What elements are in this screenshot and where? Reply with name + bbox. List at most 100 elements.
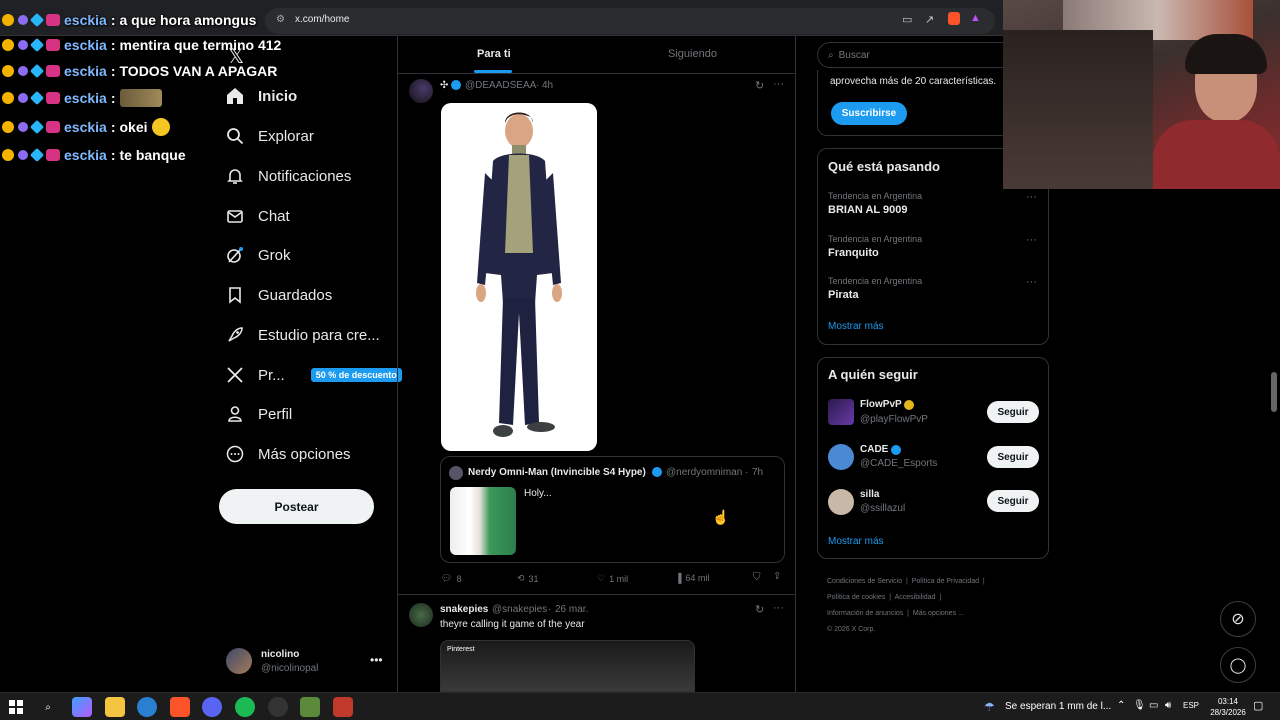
- nav-creator-studio[interactable]: Estudio para cre...: [226, 317, 380, 353]
- follow-button[interactable]: Seguir: [987, 490, 1039, 512]
- nav-label: Chat: [258, 207, 290, 225]
- clock-time[interactable]: 03:14: [1210, 697, 1246, 706]
- grok-icon: ⊘: [1231, 611, 1245, 628]
- page-scrollbar-thumb[interactable]: [1271, 372, 1277, 412]
- tweet-more-icon[interactable]: ···: [773, 602, 784, 614]
- address-bar[interactable]: [265, 8, 995, 34]
- site-info-icon[interactable]: ⚙: [276, 14, 285, 25]
- edge-icon[interactable]: [137, 697, 157, 717]
- tweet-image[interactable]: [441, 103, 597, 451]
- search-icon: ⌕: [828, 49, 834, 61]
- footer-link[interactable]: Política de cookies: [827, 594, 885, 601]
- search-box[interactable]: ⌕ Buscar: [817, 42, 1017, 68]
- tray-chevron-icon[interactable]: ⌃: [1117, 700, 1125, 711]
- follow-button[interactable]: Seguir: [987, 401, 1039, 423]
- account-menu-icon[interactable]: •••: [370, 653, 383, 667]
- volume-icon[interactable]: 🔊︎: [1165, 700, 1171, 711]
- discord-icon[interactable]: [202, 697, 222, 717]
- clock-date[interactable]: 28/3/2026: [1204, 708, 1252, 717]
- app-icon[interactable]: [333, 697, 353, 717]
- nav-bookmarks[interactable]: Guardados: [226, 277, 332, 313]
- nav-explore[interactable]: Explorar: [226, 118, 314, 154]
- post-button[interactable]: Postear: [219, 489, 374, 524]
- share-icon[interactable]: ↗: [925, 13, 934, 26]
- footer-link[interactable]: Más opciones ...: [913, 610, 964, 617]
- subscribe-button[interactable]: Suscribirse: [831, 102, 907, 125]
- nav-profile[interactable]: Perfil: [226, 396, 292, 432]
- trend-item[interactable]: Tendencia en Argentina Franquito ···: [828, 234, 1038, 259]
- grok-analyze-icon[interactable]: ↻: [755, 79, 764, 92]
- nav-notifications[interactable]: Notificaciones: [226, 158, 351, 194]
- brave-shield-icon[interactable]: [948, 12, 960, 25]
- tab-following[interactable]: Siguiendo: [668, 48, 717, 60]
- follow-show-more-link[interactable]: Mostrar más: [828, 536, 884, 547]
- copilot-icon[interactable]: [72, 697, 92, 717]
- suggestion-name[interactable]: silla: [860, 489, 879, 500]
- trend-item[interactable]: Tendencia en Argentina Pirata ···: [828, 276, 1038, 301]
- trends-show-more-link[interactable]: Mostrar más: [828, 321, 884, 332]
- search-icon[interactable]: ⌕: [38, 697, 58, 717]
- tweet-time[interactable]: 26 mar.: [555, 604, 588, 615]
- notifications-icon[interactable]: ▢: [1253, 699, 1263, 712]
- like-count: 1 mil: [609, 573, 629, 584]
- footer-link[interactable]: Política de Privacidad: [912, 578, 979, 585]
- cast-icon[interactable]: ▭: [902, 13, 912, 26]
- repost-button[interactable]: ⟲ 31: [517, 573, 539, 584]
- tab-for-you[interactable]: Para ti: [477, 48, 511, 60]
- obs-icon[interactable]: [268, 697, 288, 717]
- nav-premium[interactable]: Pr... 50 % de descuento: [226, 357, 402, 393]
- share-icon[interactable]: ⇪: [773, 571, 781, 582]
- grok-fab[interactable]: ⊘: [1220, 601, 1256, 637]
- language-indicator[interactable]: ESP: [1183, 701, 1199, 710]
- nav-chat[interactable]: Chat: [226, 198, 290, 234]
- tweet-avatar[interactable]: [409, 603, 433, 627]
- chat-username: esckia: [64, 119, 107, 135]
- tweet-avatar[interactable]: [409, 79, 433, 103]
- network-icon[interactable]: ▭: [1149, 700, 1158, 711]
- spotify-icon[interactable]: [235, 697, 255, 717]
- trend-more-icon[interactable]: ···: [1026, 234, 1037, 246]
- tweet-more-icon[interactable]: ···: [773, 78, 784, 90]
- suggestion-name[interactable]: FlowPvP: [860, 399, 902, 410]
- trend-more-icon[interactable]: ···: [1026, 191, 1037, 203]
- nav-home[interactable]: Inicio: [226, 78, 297, 114]
- nav-label: Explorar: [258, 127, 314, 145]
- views-button[interactable]: ▐ 64 mil: [675, 573, 709, 583]
- tweet-handle[interactable]: @snakepies: [492, 604, 547, 615]
- bookmark-icon[interactable]: ⛉: [753, 572, 761, 583]
- tweet-media[interactable]: Pinterest: [440, 640, 695, 692]
- reply-button[interactable]: 💬︎ 8: [441, 573, 461, 584]
- quoted-tweet[interactable]: Nerdy Omni-Man (Invincible S4 Hype) @ner…: [440, 456, 785, 563]
- brave-icon[interactable]: [170, 697, 190, 717]
- suggestion-avatar[interactable]: [828, 444, 854, 470]
- tweet-handle[interactable]: @DEAADSEAA: [465, 80, 536, 91]
- tweet-time[interactable]: 4h: [542, 80, 553, 91]
- footer-link[interactable]: Accesibilidad: [895, 594, 936, 601]
- footer-link[interactable]: Condiciones de Servicio: [827, 578, 902, 585]
- like-button[interactable]: ♡ 1 mil: [597, 573, 628, 584]
- nav-more[interactable]: Más opciones: [226, 436, 351, 472]
- account-avatar[interactable]: [226, 648, 252, 674]
- messages-fab[interactable]: ◯: [1220, 647, 1256, 683]
- suggestion-avatar[interactable]: [828, 399, 854, 425]
- tweet-author[interactable]: snakepies: [440, 604, 488, 615]
- footer-link[interactable]: Información de anuncios: [827, 610, 903, 617]
- file-explorer-icon[interactable]: [105, 697, 125, 717]
- app-icon[interactable]: [300, 697, 320, 717]
- weather-icon[interactable]: ☂: [984, 700, 995, 714]
- suggestion-avatar[interactable]: [828, 489, 854, 515]
- trends-title: Qué está pasando: [828, 159, 940, 174]
- windows-start-icon[interactable]: [6, 697, 26, 717]
- trend-item[interactable]: Tendencia en Argentina BRIAN AL 9009 ···: [828, 191, 1038, 216]
- x-logo-icon[interactable]: 𝕏: [228, 44, 244, 69]
- microphone-icon[interactable]: 🎙︎: [1133, 700, 1146, 711]
- suggestion-name[interactable]: CADE: [860, 444, 888, 455]
- trend-context: Tendencia en Argentina: [828, 276, 923, 286]
- trend-more-icon[interactable]: ···: [1026, 276, 1037, 288]
- brave-rewards-icon[interactable]: ▲: [970, 12, 981, 24]
- weather-text[interactable]: Se esperan 1 mm de l...: [1005, 701, 1111, 712]
- media-source-label: Pinterest: [447, 646, 475, 653]
- grok-analyze-icon[interactable]: ↻: [755, 603, 764, 616]
- nav-grok[interactable]: Grok: [226, 237, 291, 273]
- follow-button[interactable]: Seguir: [987, 446, 1039, 468]
